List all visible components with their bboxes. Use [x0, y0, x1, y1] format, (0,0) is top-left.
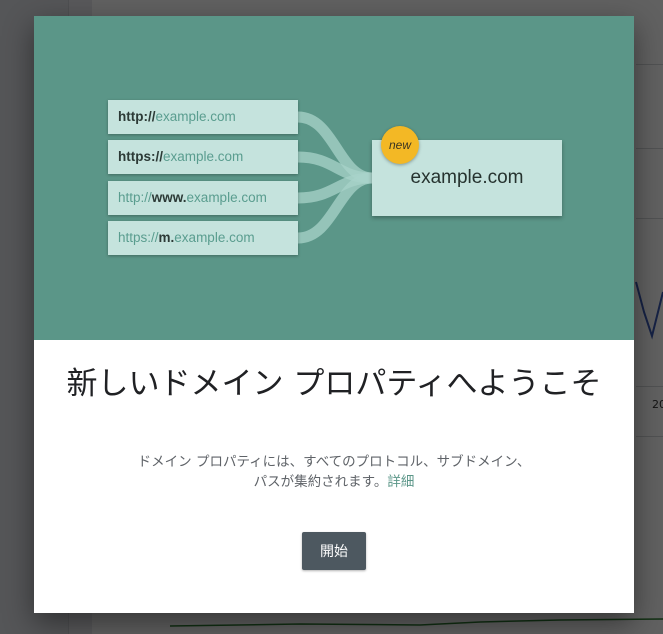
url-host: example.com	[174, 230, 255, 245]
url-scheme: https://	[118, 230, 159, 245]
dialog-title: 新しいドメイン プロパティへようこそ	[66, 366, 602, 402]
new-badge: new	[381, 126, 419, 164]
url-variant-https-m: https://m.example.com	[108, 221, 298, 255]
learn-more-link[interactable]: 詳細	[387, 474, 414, 490]
url-host: example.com	[163, 149, 244, 164]
url-host: example.com	[155, 109, 236, 124]
url-scheme: https://	[118, 149, 163, 164]
domain-property-illustration: http://example.com https://example.com h…	[34, 16, 634, 340]
dialog-description: ドメイン プロパティには、すべてのプロトコル、サブドメイン、パスが集約されます。…	[134, 452, 534, 492]
url-variant-https: https://example.com	[108, 140, 298, 174]
url-scheme: http://	[118, 109, 156, 124]
url-variant-http-www: http://www.example.com	[108, 181, 298, 215]
description-text: ドメイン プロパティには、すべてのプロトコル、サブドメイン、パスが集約されます。	[137, 454, 531, 490]
url-scheme: http://	[118, 190, 152, 205]
url-variant-http: http://example.com	[108, 100, 298, 134]
url-host: example.com	[186, 190, 267, 205]
url-host-prefix: m.	[158, 230, 175, 245]
welcome-dialog: http://example.com https://example.com h…	[34, 16, 634, 613]
start-button[interactable]: 開始	[302, 532, 366, 570]
url-host-prefix: www.	[151, 190, 187, 205]
